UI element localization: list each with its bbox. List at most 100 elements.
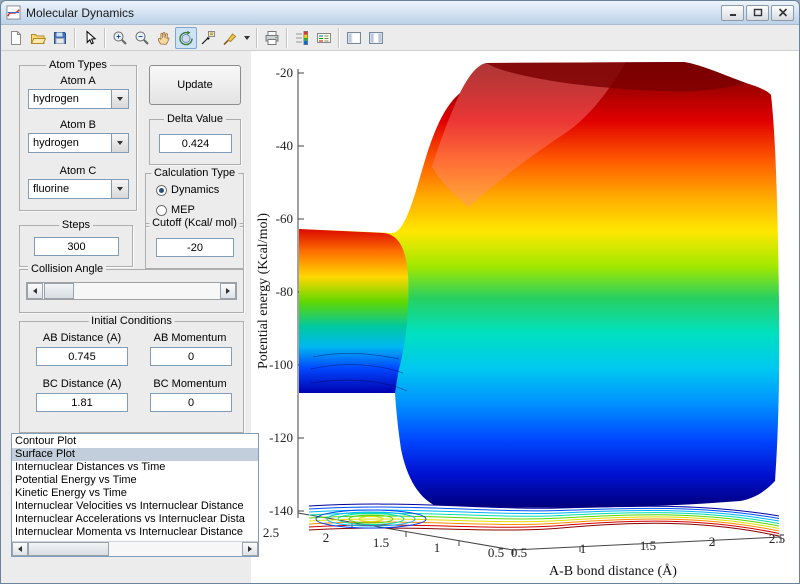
panel-title: Calculation Type xyxy=(151,167,238,179)
initial-conditions-panel: Initial Conditions AB Distance (A) AB Mo… xyxy=(19,321,244,433)
insert-legend-button[interactable] xyxy=(313,27,335,49)
brush-dropdown-button[interactable] xyxy=(241,27,253,49)
slider-right-arrow[interactable] xyxy=(220,283,236,299)
pan-hand-icon xyxy=(156,30,172,46)
bc-momentum-input[interactable] xyxy=(150,393,232,412)
toolbar-separator xyxy=(256,28,258,48)
arrow-left-icon xyxy=(33,288,37,294)
app-icon xyxy=(6,5,21,20)
toolbar-separator xyxy=(104,28,106,48)
z-tick: -140 xyxy=(269,503,293,518)
maximize-button[interactable] xyxy=(746,5,769,21)
panel-title: Cutoff (Kcal/ mol) xyxy=(149,217,240,229)
arrow-right-icon xyxy=(226,288,230,294)
atom-b-dropdown-button[interactable] xyxy=(111,134,128,152)
cutoff-panel: Cutoff (Kcal/ mol) xyxy=(145,223,244,269)
list-item[interactable]: Internuclear Momenta vs Internuclear Dis… xyxy=(12,526,258,539)
print-figure-button[interactable] xyxy=(261,27,283,49)
titlebar[interactable]: Molecular Dynamics xyxy=(1,1,799,25)
scrollbar-thumb[interactable] xyxy=(28,542,109,556)
scrollbar-track[interactable] xyxy=(28,542,242,556)
hide-plot-tools-icon xyxy=(346,30,362,46)
x-tick-right: 1.5 xyxy=(640,538,656,553)
minimize-icon xyxy=(728,8,738,17)
hide-plot-tools-button[interactable] xyxy=(343,27,365,49)
app-window: Molecular Dynamics xyxy=(0,0,800,584)
figure-client-area: Atom Types Atom A hydrogen Atom B hydrog… xyxy=(1,51,799,583)
slider-left-arrow[interactable] xyxy=(27,283,43,299)
x-tick-left: 2 xyxy=(323,530,330,545)
insert-colorbar-icon xyxy=(294,30,310,46)
plot-type-listbox[interactable]: Contour Plot Surface Plot Internuclear D… xyxy=(11,433,259,557)
list-item[interactable]: Kinetic Energy vs Time xyxy=(12,487,258,500)
x-tick-left: 1.5 xyxy=(373,535,389,550)
atom-a-label: Atom A xyxy=(20,75,136,87)
atom-a-dropdown-button[interactable] xyxy=(111,90,128,108)
panel-title: Delta Value xyxy=(164,113,226,125)
atom-b-select[interactable]: hydrogen xyxy=(28,133,129,153)
data-cursor-button[interactable] xyxy=(197,27,219,49)
atom-c-dropdown-button[interactable] xyxy=(111,180,128,198)
arrow-left-icon xyxy=(18,546,22,552)
toolbar-separator xyxy=(286,28,288,48)
chevron-down-icon xyxy=(117,97,123,101)
open-file-button[interactable] xyxy=(27,27,49,49)
atom-a-select[interactable]: hydrogen xyxy=(28,89,129,109)
radio-dynamics[interactable]: Dynamics xyxy=(156,184,219,196)
radio-dynamics-dot[interactable] xyxy=(156,185,167,196)
slider-track[interactable] xyxy=(43,283,220,299)
list-item[interactable]: Contour Plot xyxy=(12,435,258,448)
atom-b-value: hydrogen xyxy=(29,134,111,152)
list-item[interactable]: Internuclear Accelerations vs Internucle… xyxy=(12,513,258,526)
listbox-hscrollbar[interactable] xyxy=(12,541,258,556)
cutoff-input[interactable] xyxy=(156,238,234,257)
radio-mep[interactable]: MEP xyxy=(156,204,195,216)
pan-hand-button[interactable] xyxy=(153,27,175,49)
ab-momentum-input[interactable] xyxy=(150,347,232,366)
steps-input[interactable] xyxy=(34,237,119,256)
radio-mep-dot[interactable] xyxy=(156,205,167,216)
atom-c-label: Atom C xyxy=(20,165,136,177)
zoom-in-button[interactable] xyxy=(109,27,131,49)
data-cursor-icon xyxy=(200,30,216,46)
cursor-arrow-button[interactable] xyxy=(79,27,101,49)
ab-momentum-label: AB Momentum xyxy=(142,332,238,344)
atom-c-select[interactable]: fluorine xyxy=(28,179,129,199)
close-button[interactable] xyxy=(771,5,794,21)
slider-thumb[interactable] xyxy=(44,283,74,299)
bc-distance-input[interactable] xyxy=(36,393,128,412)
zoom-out-button[interactable] xyxy=(131,27,153,49)
save-figure-button[interactable] xyxy=(49,27,71,49)
x-tick-right: 0.5 xyxy=(511,545,527,560)
x-tick-left: 2.5 xyxy=(263,525,279,540)
surface-plot[interactable]: -20 -40 -60 -80 -100 -120 -140 2.5 2 1.5… xyxy=(251,51,800,584)
list-item[interactable]: Internuclear Velocities vs Internuclear … xyxy=(12,500,258,513)
ab-distance-input[interactable] xyxy=(36,347,128,366)
close-icon xyxy=(778,8,788,17)
radio-dynamics-label: Dynamics xyxy=(171,184,219,196)
plot-type-list: Contour Plot Surface Plot Internuclear D… xyxy=(12,434,258,541)
floor-contours xyxy=(309,504,779,536)
atom-c-value: fluorine xyxy=(29,180,111,198)
list-item[interactable]: Potential Energy vs Time xyxy=(12,474,258,487)
maximize-icon xyxy=(753,8,763,17)
delta-value-input[interactable] xyxy=(159,134,232,153)
bc-distance-label: BC Distance (A) xyxy=(28,378,136,390)
list-item[interactable]: Internuclear Distances vs Time xyxy=(12,461,258,474)
update-button[interactable]: Update xyxy=(149,65,241,105)
x-tick-right: 1 xyxy=(580,541,587,556)
scrollbar-left-arrow[interactable] xyxy=(12,542,28,556)
brush-button[interactable] xyxy=(219,27,241,49)
z-tick: -80 xyxy=(276,284,293,299)
rotate-3d-button[interactable] xyxy=(175,27,197,49)
list-item-selected[interactable]: Surface Plot xyxy=(12,448,258,461)
panel-title: Initial Conditions xyxy=(88,315,175,327)
toolbar-separator xyxy=(338,28,340,48)
cursor-arrow-icon xyxy=(82,30,98,46)
collision-angle-slider[interactable] xyxy=(26,282,237,300)
window-title: Molecular Dynamics xyxy=(26,6,134,20)
new-figure-button[interactable] xyxy=(5,27,27,49)
minimize-button[interactable] xyxy=(721,5,744,21)
insert-colorbar-button[interactable] xyxy=(291,27,313,49)
show-plot-tools-button[interactable] xyxy=(365,27,387,49)
